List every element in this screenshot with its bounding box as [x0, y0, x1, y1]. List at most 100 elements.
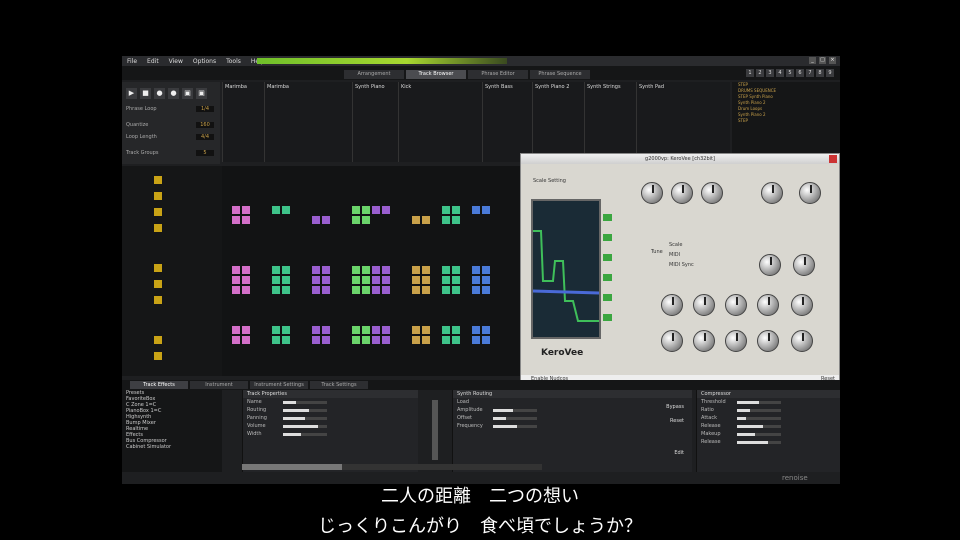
pattern-cell[interactable] — [232, 276, 240, 284]
bypass-button[interactable]: Bypass — [666, 404, 684, 410]
stop-icon[interactable]: ■ — [140, 88, 151, 99]
menu-edit[interactable]: Edit — [142, 58, 164, 65]
pattern-cell[interactable] — [322, 336, 330, 344]
pattern-cell[interactable] — [472, 326, 480, 334]
menu-view[interactable]: View — [164, 58, 188, 65]
knob[interactable] — [793, 254, 815, 276]
pattern-cell[interactable] — [312, 216, 320, 224]
knob[interactable] — [757, 294, 779, 316]
pattern-cell[interactable] — [412, 286, 420, 294]
pattern-cell[interactable] — [242, 206, 250, 214]
pattern-cell[interactable] — [312, 336, 320, 344]
scene-column[interactable]: Synth Pad — [636, 82, 730, 162]
pattern-cell[interactable] — [422, 336, 430, 344]
pattern-cell[interactable] — [312, 286, 320, 294]
sequence-slot[interactable] — [154, 296, 162, 304]
scene-button[interactable]: 4 — [776, 69, 784, 77]
pattern-cell[interactable] — [352, 326, 360, 334]
note-toggle[interactable] — [603, 294, 612, 301]
pattern-cell[interactable] — [382, 206, 390, 214]
pattern-cell[interactable] — [362, 336, 370, 344]
param-row[interactable]: Panning — [243, 414, 418, 422]
scene-column[interactable]: Synth Bass — [482, 82, 532, 162]
pattern-cell[interactable] — [472, 276, 480, 284]
pattern-cell[interactable] — [272, 266, 280, 274]
close-icon[interactable] — [829, 155, 837, 163]
pattern-cell[interactable] — [322, 216, 330, 224]
pattern-cell[interactable] — [382, 266, 390, 274]
pattern-cell[interactable] — [242, 276, 250, 284]
pattern-cell[interactable] — [482, 276, 490, 284]
knob[interactable] — [661, 330, 683, 352]
pattern-cell[interactable] — [442, 286, 450, 294]
param-row[interactable]: Ratio — [697, 406, 840, 414]
pattern-cell[interactable] — [272, 206, 280, 214]
pattern-cell[interactable] — [452, 326, 460, 334]
sequence-slot[interactable] — [154, 176, 162, 184]
play-icon[interactable]: ▶ — [126, 88, 137, 99]
tab-instrument-settings[interactable]: Instrument Settings — [250, 381, 308, 389]
scene-column[interactable]: Synth Piano 2 — [532, 82, 584, 162]
pattern-cell[interactable] — [422, 276, 430, 284]
pattern-cell[interactable] — [442, 206, 450, 214]
pattern-cell[interactable] — [362, 286, 370, 294]
tab-track-browser[interactable]: Track Browser — [406, 70, 466, 79]
pattern-cell[interactable] — [322, 286, 330, 294]
horizontal-scrollbar[interactable] — [242, 464, 542, 470]
param-row[interactable]: Amplitude — [453, 406, 692, 414]
menu-file[interactable]: File — [122, 58, 142, 65]
pattern-cell[interactable] — [442, 336, 450, 344]
sequence-slot[interactable] — [154, 336, 162, 344]
pattern-cell[interactable] — [272, 336, 280, 344]
scene-column[interactable]: Marimba — [264, 82, 306, 162]
pattern-cell[interactable] — [452, 276, 460, 284]
knob[interactable] — [791, 294, 813, 316]
pattern-cell[interactable] — [362, 206, 370, 214]
pattern-cell[interactable] — [382, 286, 390, 294]
param-row[interactable]: Routing — [243, 406, 418, 414]
browser-item[interactable]: Cabinet Simulator — [122, 444, 222, 450]
scene-column[interactable]: Kick — [398, 82, 438, 162]
pattern-cell[interactable] — [472, 206, 480, 214]
mode-radio[interactable]: Scale — [669, 242, 682, 248]
pattern-cell[interactable] — [482, 266, 490, 274]
pattern-cell[interactable] — [352, 216, 360, 224]
pattern-cell[interactable] — [442, 276, 450, 284]
pattern-cell[interactable] — [242, 286, 250, 294]
tab-track-effects[interactable]: Track Effects — [130, 381, 188, 389]
pattern-cell[interactable] — [382, 326, 390, 334]
scene-button[interactable]: 7 — [806, 69, 814, 77]
maximize-icon[interactable]: □ — [819, 57, 826, 64]
menu-tools[interactable]: Tools — [221, 58, 246, 65]
pattern-cell[interactable] — [362, 276, 370, 284]
pattern-cell[interactable] — [242, 266, 250, 274]
track-list-item[interactable]: STEP — [732, 118, 840, 124]
pattern-cell[interactable] — [372, 276, 380, 284]
scene-column[interactable]: Marimba — [222, 82, 264, 162]
sequence-slot[interactable] — [154, 280, 162, 288]
pattern-cell[interactable] — [322, 276, 330, 284]
pattern-cell[interactable] — [232, 336, 240, 344]
pattern-cell[interactable] — [242, 216, 250, 224]
note-toggle[interactable] — [603, 314, 612, 321]
sequence-slot[interactable] — [154, 264, 162, 272]
pattern-cell[interactable] — [232, 216, 240, 224]
record-icon[interactable]: ● — [154, 88, 165, 99]
sequence-slot[interactable] — [154, 208, 162, 216]
pattern-cell[interactable] — [422, 326, 430, 334]
pattern-cell[interactable] — [452, 216, 460, 224]
knob[interactable] — [761, 182, 783, 204]
param-row[interactable]: Release — [697, 422, 840, 430]
note-toggle[interactable] — [603, 254, 612, 261]
pattern-cell[interactable] — [482, 206, 490, 214]
pattern-cell[interactable] — [312, 326, 320, 334]
tab-phrase-editor[interactable]: Phrase Editor — [468, 70, 528, 79]
pattern-cell[interactable] — [452, 206, 460, 214]
pattern-cell[interactable] — [472, 336, 480, 344]
knob[interactable] — [757, 330, 779, 352]
volume-fader[interactable] — [432, 400, 438, 460]
mode-radio[interactable]: MIDI Sync — [669, 262, 694, 268]
knob[interactable] — [693, 330, 715, 352]
pattern-cell[interactable] — [412, 216, 420, 224]
scene-button[interactable]: 8 — [816, 69, 824, 77]
